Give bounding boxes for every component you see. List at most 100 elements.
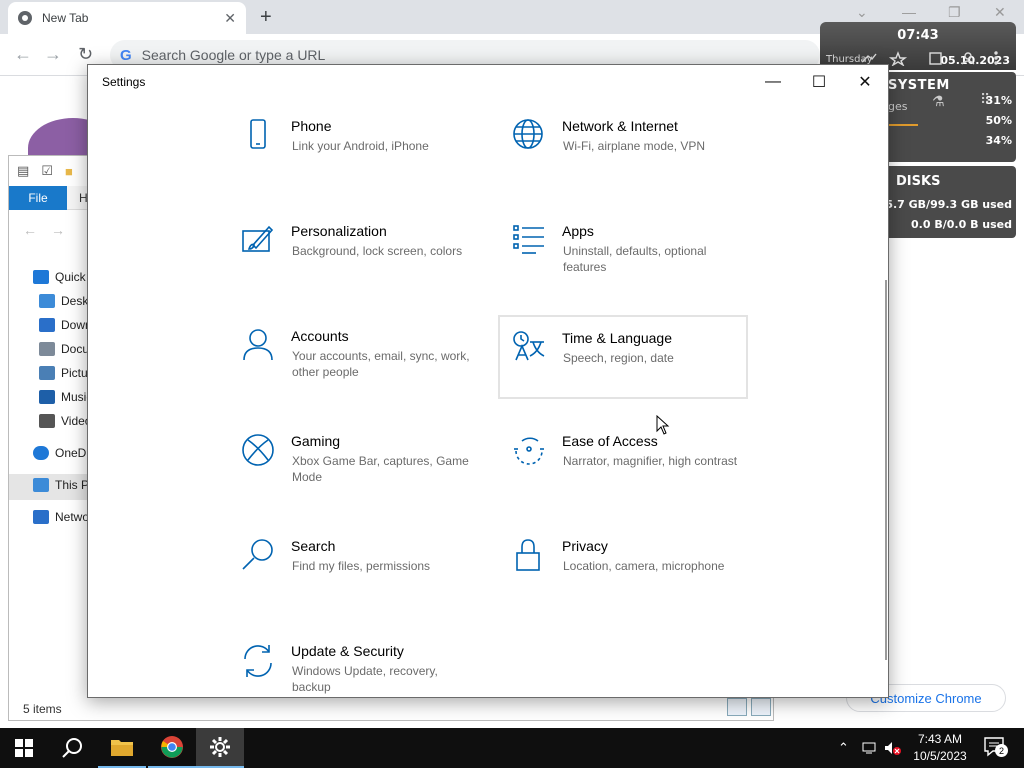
settings-tile-accounts[interactable]: Accounts Your accounts, email, sync, wor… (241, 328, 491, 412)
settings-tile-network[interactable]: Network & Internet Wi-Fi, airplane mode,… (512, 118, 762, 202)
settings-gear-icon (210, 737, 230, 757)
settings-title: Settings (102, 75, 146, 89)
tile-desc: Speech, region, date (563, 351, 674, 365)
network-icon (33, 510, 49, 524)
chrome-back-button[interactable]: ← (14, 44, 32, 65)
paint-icon (241, 223, 277, 259)
tile-name: Privacy (562, 538, 608, 554)
large-icons-view-icon[interactable] (751, 698, 771, 716)
picture-icon (39, 366, 55, 380)
chrome-tab-title: New Tab (42, 11, 89, 25)
taskbar-file-explorer[interactable] (98, 728, 146, 768)
chrome-icon (161, 736, 183, 758)
tray-chevron-icon[interactable]: ⌃ (838, 728, 849, 768)
phone-icon (241, 118, 277, 154)
tile-name: Network & Internet (562, 118, 678, 134)
chrome-tab-close-button[interactable]: ✕ (224, 10, 236, 27)
settings-tile-ease-of-access[interactable]: Ease of Access Narrator, magnifier, high… (512, 433, 762, 517)
search-icon (241, 538, 277, 574)
settings-tile-search[interactable]: Search Find my files, permissions (241, 538, 491, 622)
share-icon (861, 53, 877, 63)
settings-tile-time-language[interactable]: Time & Language Speech, region, date (498, 315, 748, 399)
tile-name: Personalization (291, 223, 387, 239)
video-icon (39, 414, 55, 428)
tile-desc: Wi-Fi, airplane mode, VPN (563, 139, 706, 153)
settings-maximize-button[interactable]: ☐ (796, 69, 842, 95)
tile-desc: Uninstall, defaults, optional features (563, 244, 707, 274)
start-button[interactable] (0, 728, 48, 768)
settings-minimize-button[interactable]: — (750, 69, 796, 95)
download-icon (39, 318, 55, 332)
taskbar-settings[interactable] (196, 728, 244, 768)
chrome-minimize-button[interactable]: — (902, 4, 916, 20)
settings-tile-phone[interactable]: Phone Link your Android, iPhone (241, 118, 491, 202)
person-icon (241, 328, 277, 364)
google-g-icon: G (120, 46, 132, 64)
settings-close-button[interactable]: ✕ (842, 69, 888, 95)
chrome-tab-new-tab[interactable]: New Tab ✕ (8, 2, 246, 34)
gadget-time: 07:43 (897, 28, 939, 43)
lock-icon (512, 538, 548, 574)
explorer-forward-button[interactable]: → (51, 222, 65, 238)
gadget-cpu-pct: 31% (985, 94, 1012, 107)
chrome-restore-button[interactable]: ❐ (948, 4, 961, 21)
tile-name: Phone (291, 118, 332, 134)
gadget-progress-bar (888, 124, 918, 126)
chrome-reload-button[interactable]: ↻ (78, 44, 93, 65)
gadget-system-sub: ges (888, 100, 908, 113)
ease-of-access-icon (512, 433, 548, 469)
explorer-back-button[interactable]: ← (23, 222, 37, 238)
explorer-status-text: 5 items (23, 702, 62, 716)
sidepanel-icon (929, 52, 942, 65)
settings-tile-apps[interactable]: Apps Uninstall, defaults, optional featu… (512, 223, 762, 307)
chrome-forward-button[interactable]: → (44, 44, 62, 65)
tile-desc: Windows Update, recovery, backup (292, 664, 438, 694)
details-view-icon[interactable] (727, 698, 747, 716)
gadget-system-label: SYSTEM (888, 78, 950, 93)
action-center-button[interactable]: 2 (982, 734, 1008, 760)
taskbar-chrome[interactable] (148, 728, 196, 768)
settings-tile-gaming[interactable]: Gaming Xbox Game Bar, captures, Game Mod… (241, 433, 491, 517)
settings-tile-privacy[interactable]: Privacy Location, camera, microphone (512, 538, 762, 622)
volume-muted-icon[interactable] (884, 728, 902, 768)
cloud-icon (33, 446, 49, 460)
tile-desc: Narrator, magnifier, high contrast (563, 454, 738, 468)
settings-tile-personalization[interactable]: Personalization Background, lock screen,… (241, 223, 491, 307)
chrome-tab-search-icon[interactable]: ⌄ (856, 4, 868, 21)
tile-name: Update & Security (291, 643, 404, 659)
apps-list-icon (512, 223, 548, 259)
taskbar-time: 7:43 AM (917, 732, 963, 746)
explorer-file-tab[interactable]: File (9, 186, 67, 210)
checkmark-icon[interactable]: ☑ (41, 163, 53, 179)
tile-desc: Your accounts, email, sync, work, other … (292, 349, 470, 379)
profile-icon-body (961, 60, 975, 65)
properties-icon[interactable]: ▤ (17, 163, 29, 179)
settings-tile-update-security[interactable]: Update & Security Windows Update, recove… (241, 643, 491, 697)
omnibox-placeholder: Search Google or type a URL (141, 47, 326, 63)
gadget-swap-pct: 34% (985, 134, 1012, 147)
tile-name: Gaming (291, 433, 341, 449)
settings-scrollbar[interactable] (885, 280, 887, 660)
computer-icon (33, 478, 49, 492)
chrome-new-tab-button[interactable]: + (260, 6, 272, 29)
desktop-icon (39, 294, 55, 308)
tile-desc: Find my files, permissions (292, 559, 431, 573)
tile-name: Accounts (291, 328, 349, 344)
tile-name: Apps (562, 223, 594, 239)
taskbar-date: 10/5/2023 (913, 749, 967, 763)
gadget-disks-label: DISKS (896, 174, 941, 189)
flask-icon: ⚗ (932, 94, 945, 110)
notification-count-badge: 2 (995, 744, 1008, 757)
taskbar-search-button[interactable] (48, 728, 96, 768)
gadget-clock: 07:43 Thursday 05.10.2023 (820, 22, 1016, 70)
search-icon (62, 738, 82, 758)
menu-icon (994, 51, 998, 55)
folder-icon[interactable]: ■ (65, 164, 73, 179)
network-icon[interactable] (862, 728, 878, 768)
settings-window: Settings — ☐ ✕ Phone Link your Android, … (87, 64, 889, 698)
gadget-ram-pct: 50% (985, 114, 1012, 127)
taskbar-clock[interactable]: 7:43 AM 10/5/2023 (910, 731, 970, 765)
tile-name: Time & Language (562, 330, 672, 346)
explorer-view-toggles (727, 698, 771, 716)
chrome-close-button[interactable]: ✕ (994, 4, 1006, 21)
